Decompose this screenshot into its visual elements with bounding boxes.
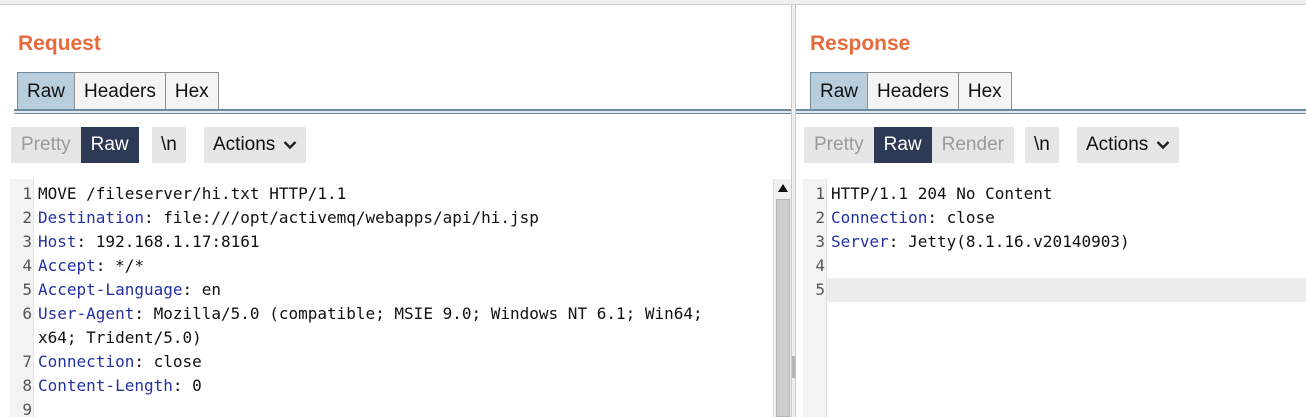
response-actions-label: Actions [1086, 134, 1149, 155]
request-actions-button[interactable]: Actions [204, 127, 307, 163]
chevron-down-icon [1156, 141, 1170, 150]
splitter-grip[interactable] [792, 356, 795, 378]
response-newline-button[interactable]: \n [1025, 127, 1059, 163]
chevron-down-icon [283, 141, 297, 150]
response-tab-headers[interactable]: Headers [867, 72, 959, 110]
response-view-toggle: Pretty Raw Render [804, 127, 1014, 163]
request-pretty-button[interactable]: Pretty [11, 127, 81, 163]
request-scroll-thumb[interactable] [776, 199, 790, 417]
request-raw-button[interactable]: Raw [80, 127, 139, 163]
request-newline-button[interactable]: \n [152, 127, 186, 163]
request-vertical-scrollbar[interactable] [773, 179, 791, 417]
request-tab-headers[interactable]: Headers [74, 72, 166, 110]
response-toolbar: Pretty Raw Render \n Actions [796, 116, 1306, 179]
response-raw-button[interactable]: Raw [873, 127, 932, 163]
request-pane: Request Raw Headers Hex Pretty Raw \n Ac… [0, 5, 791, 417]
response-pretty-button[interactable]: Pretty [804, 127, 874, 163]
response-editor[interactable]: 1 HTTP/1.1 204 No Content 2 Connection: cl… [803, 179, 1306, 417]
response-render-button[interactable]: Render [931, 127, 1014, 163]
response-title: Response [810, 32, 911, 55]
response-tab-raw[interactable]: Raw [810, 72, 869, 110]
request-tab-hex[interactable]: Hex [164, 72, 219, 110]
scroll-up-arrow-icon[interactable] [777, 182, 789, 194]
response-pane: Response Raw Headers Hex Pretty Raw Rend… [796, 5, 1306, 417]
request-title: Request [18, 32, 101, 55]
request-editor[interactable]: 1 MOVE /fileserver/hi.txt HTTP/1.1 2 Desti… [10, 179, 791, 417]
response-tab-rule [796, 109, 1306, 114]
request-tabs: Raw Headers Hex [17, 72, 219, 110]
request-toolbar: Pretty Raw \n Actions [0, 116, 791, 179]
response-tab-hex[interactable]: Hex [957, 72, 1012, 110]
request-tab-rule [14, 109, 791, 114]
request-tab-raw[interactable]: Raw [17, 72, 76, 110]
request-view-toggle: Pretty Raw [11, 127, 139, 163]
response-tabs: Raw Headers Hex [810, 72, 1012, 110]
current-line-highlight [827, 278, 1306, 302]
response-actions-button[interactable]: Actions [1077, 127, 1180, 163]
request-actions-label: Actions [213, 134, 276, 155]
